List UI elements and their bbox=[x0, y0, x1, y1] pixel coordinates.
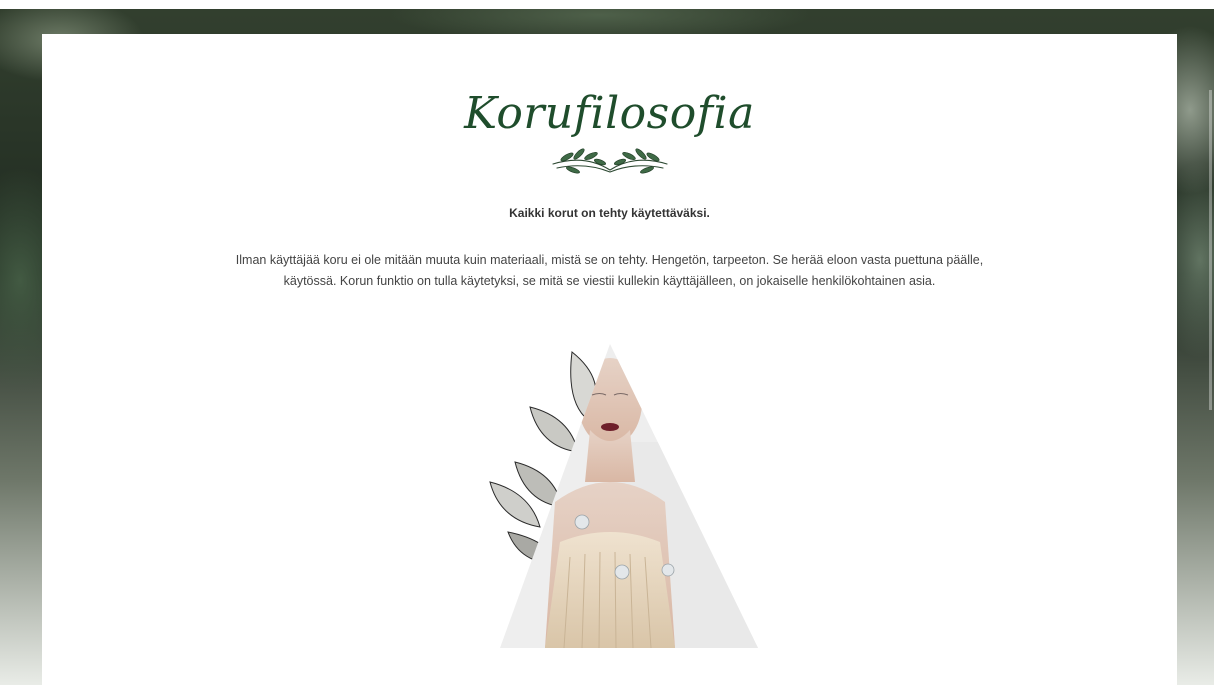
top-bar bbox=[0, 0, 1214, 9]
hero-image bbox=[489, 344, 758, 648]
content-card: Korufilosofia Kaikki korut on tehty käyt… bbox=[42, 34, 1177, 685]
page-title: Korufilosofia bbox=[464, 88, 755, 139]
intro-paragraph: Ilman käyttäjää koru ei ole mitään muuta… bbox=[235, 253, 984, 288]
leaf-branch-divider-icon bbox=[552, 148, 668, 174]
subheading: Kaikki korut on tehty käytettäväksi. bbox=[509, 206, 710, 220]
scrollbar-track[interactable] bbox=[1209, 90, 1212, 410]
